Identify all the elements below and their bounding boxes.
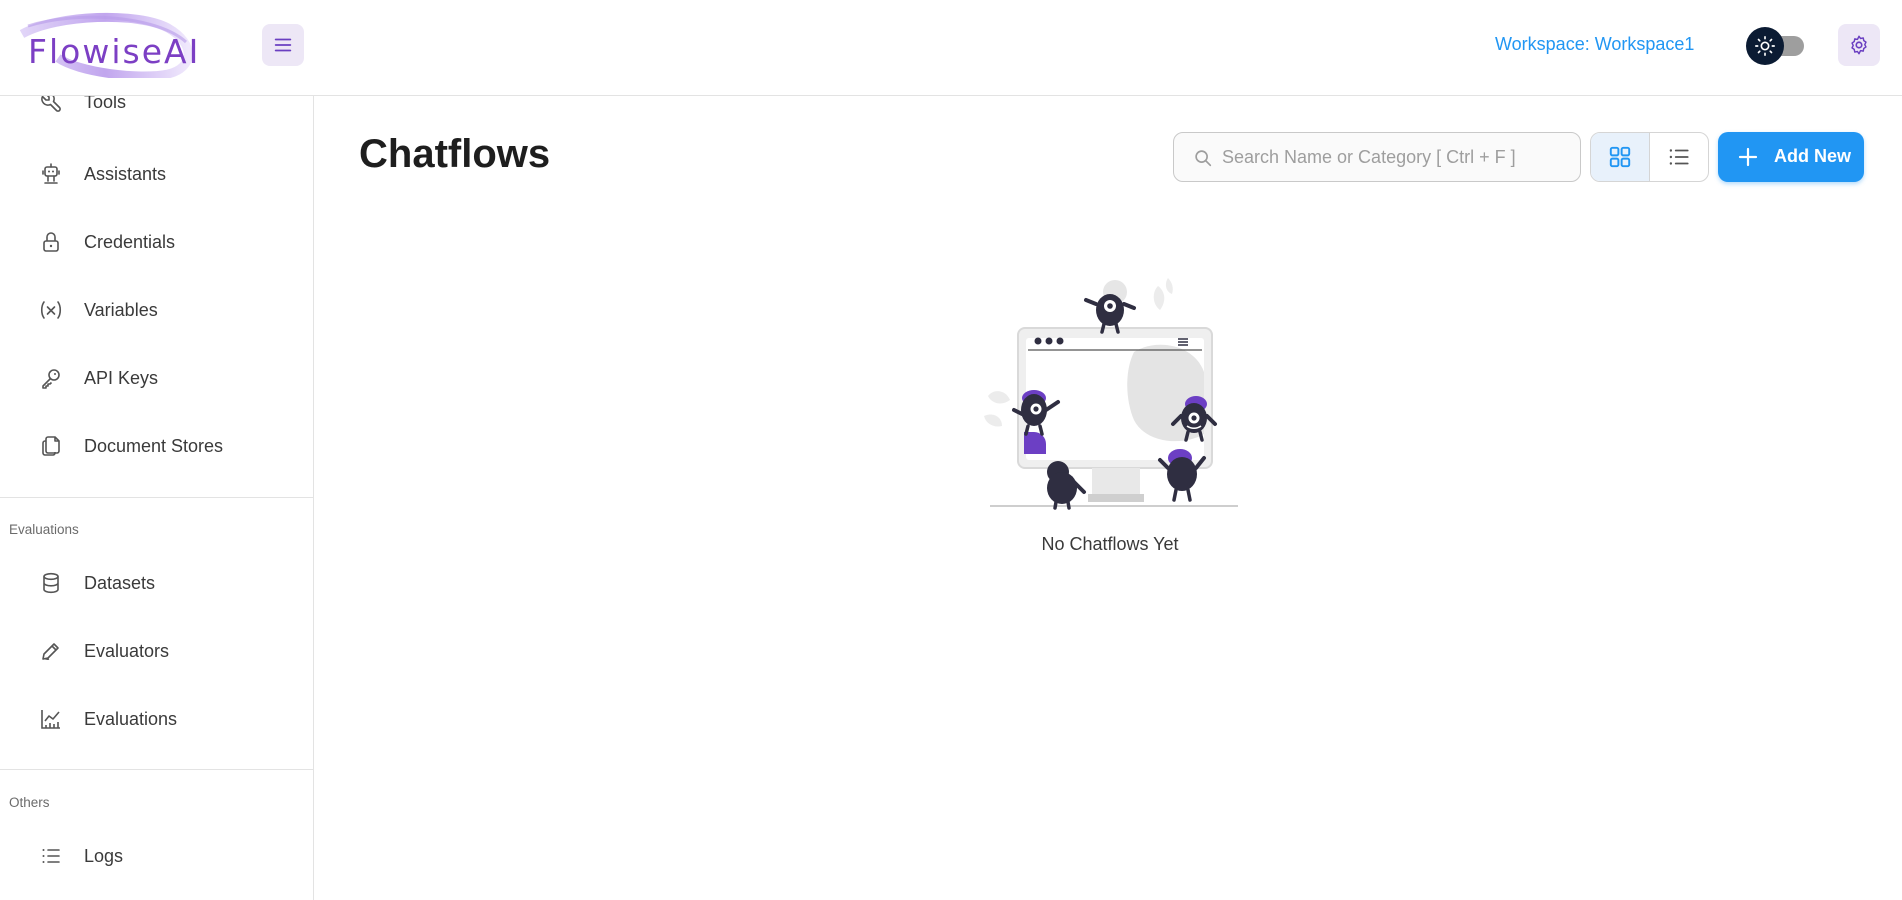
sidebar-item-variables[interactable]: Variables — [0, 282, 313, 338]
chart-icon — [38, 706, 64, 732]
sidebar-item-evaluators[interactable]: Evaluators — [0, 623, 313, 679]
page-title: Chatflows — [359, 132, 551, 176]
theme-toggle[interactable] — [1746, 27, 1808, 65]
sidebar-item-assistants[interactable]: Assistants — [0, 146, 313, 202]
card-view-button[interactable] — [1591, 133, 1650, 181]
empty-state-text: No Chatflows Yet — [1041, 534, 1179, 554]
sidebar-item-logs[interactable]: Logs — [0, 828, 313, 884]
sidebar-item-label: Evaluations — [84, 708, 178, 729]
section-title-others: Others — [9, 795, 50, 810]
database-icon — [38, 570, 64, 596]
empty-state-illustration — [984, 278, 1238, 510]
tool-icon — [38, 96, 64, 115]
section-divider — [0, 769, 313, 770]
gear-icon — [1851, 35, 1867, 55]
pencil-icon — [38, 638, 64, 664]
sidebar-item-label: Logs — [84, 845, 124, 866]
sidebar-item-document-stores[interactable]: Document Stores — [0, 418, 313, 474]
sidebar-item-evaluations[interactable]: Evaluations — [0, 691, 313, 747]
logo-text: FlowiseAI — [28, 32, 201, 71]
hamburger-icon — [274, 38, 292, 52]
workspace-switcher[interactable]: Workspace: Workspace1 — [1495, 34, 1694, 55]
sidebar-item-label: Variables — [84, 299, 158, 320]
search-box — [1173, 132, 1581, 182]
key-icon — [38, 365, 64, 391]
sidebar-item-api-keys[interactable]: API Keys — [0, 350, 313, 406]
list-view-button[interactable] — [1650, 133, 1709, 181]
top-header: FlowiseAI Workspace: Workspace1 — [0, 0, 1902, 96]
search-input[interactable] — [1222, 133, 1572, 181]
add-new-label: Add New — [1774, 146, 1852, 166]
robot-icon — [38, 161, 64, 187]
sidebar-item-label: Evaluators — [84, 640, 170, 661]
search-icon — [1195, 150, 1212, 167]
grid-icon — [1609, 146, 1630, 168]
sidebar-item-label: Assistants — [84, 163, 167, 184]
view-toggle-group — [1590, 132, 1709, 182]
settings-button[interactable] — [1838, 24, 1880, 66]
sidebar-item-datasets[interactable]: Datasets — [0, 555, 313, 611]
section-divider — [0, 497, 313, 498]
sidebar: Tools Assistants Credentials Variables A… — [0, 96, 314, 900]
list-icon — [38, 843, 64, 869]
sidebar-item-label: Datasets — [84, 572, 156, 593]
toggle-knob — [1746, 27, 1784, 65]
plus-icon — [1738, 147, 1758, 167]
sidebar-item-label: Credentials — [84, 231, 176, 252]
add-new-button[interactable]: Add New — [1718, 132, 1864, 182]
list-icon — [1669, 149, 1689, 165]
sidebar-item-label: API Keys — [84, 367, 159, 388]
flowise-logo[interactable]: FlowiseAI — [18, 12, 210, 78]
files-icon — [38, 433, 64, 459]
section-title-evaluations: Evaluations — [9, 522, 79, 537]
lock-icon — [38, 229, 64, 255]
sun-icon — [1755, 36, 1775, 56]
variable-icon — [38, 297, 64, 323]
sidebar-item-tools[interactable]: Tools — [0, 96, 313, 130]
sidebar-item-label: Tools — [84, 96, 127, 112]
menu-toggle-button[interactable] — [262, 24, 304, 66]
sidebar-item-label: Document Stores — [84, 435, 224, 456]
sidebar-item-credentials[interactable]: Credentials — [0, 214, 313, 270]
